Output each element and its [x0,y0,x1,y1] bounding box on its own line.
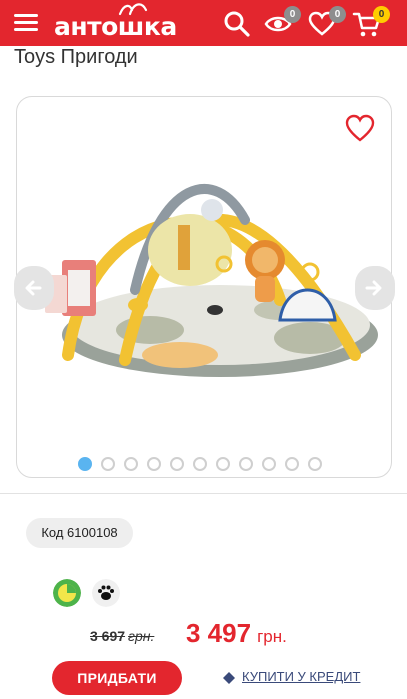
credit-icon [223,672,235,684]
views-count-badge: 0 [284,6,301,23]
gallery-dot[interactable] [124,457,138,471]
gallery-dot[interactable] [78,457,92,471]
gallery-pagination [78,457,322,471]
paw-icon [92,579,120,607]
add-to-cart-button[interactable]: ПРИДБАТИ [52,661,182,695]
gallery-prev-button[interactable] [14,266,54,310]
gallery-next-button[interactable] [355,266,395,310]
gallery-dot[interactable] [308,457,322,471]
product-code: Код 6100108 [26,518,133,548]
new-price: 3 497 грн. [186,618,287,649]
gallery-dot[interactable] [101,457,115,471]
cart-count-badge: 0 [373,6,390,23]
wishlist-count-badge: 0 [329,6,346,23]
new-price-value: 3 497 [186,618,252,648]
top-header: антошка 0 0 0 [0,0,407,46]
new-price-currency: грн. [257,627,287,646]
gallery-dot[interactable] [170,457,184,471]
gallery-dot[interactable] [193,457,207,471]
gallery-dot[interactable] [216,457,230,471]
menu-icon[interactable] [14,12,38,34]
logo[interactable]: антошка [54,3,178,42]
divider [0,493,407,494]
gallery-dot[interactable] [262,457,276,471]
arrow-left-icon [25,280,42,296]
gallery-dot[interactable] [239,457,253,471]
search-icon[interactable] [222,9,252,39]
logo-text: антошка [54,12,177,41]
product-image[interactable] [40,160,380,400]
arrow-right-icon [365,280,382,296]
gallery-dot[interactable] [285,457,299,471]
gallery-dot[interactable] [147,457,161,471]
old-price-currency: грн. [128,628,155,644]
buy-on-credit-link[interactable]: КУПИТИ У КРЕДИТ [242,669,360,684]
eco-pie-icon [53,579,81,607]
favorite-heart-icon[interactable] [345,114,375,142]
old-price: 3 697 грн. [90,628,154,644]
product-brand-title: Toys Пригоди [14,46,138,68]
old-price-value: 3 697 [90,628,126,644]
